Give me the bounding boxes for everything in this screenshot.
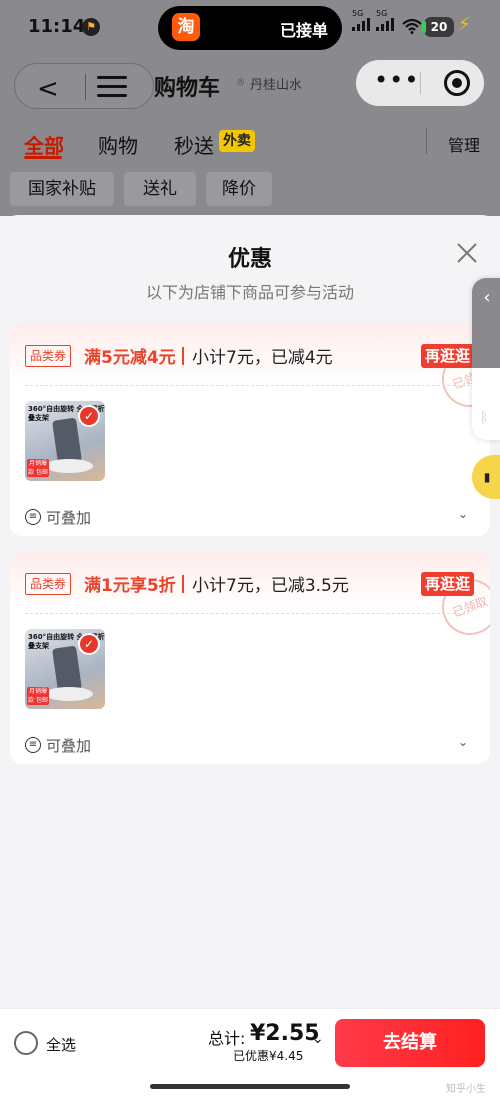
checkout-button[interactable]: 去结算 [335,1019,485,1067]
tab-instant[interactable]: 秒送 [174,130,214,159]
dynamic-island[interactable]: 淘 已接单 [158,6,342,50]
check-icon[interactable]: ✓ [78,633,100,655]
coupon-tag: 品类券 [25,573,72,595]
stack-icon: ≡ [25,509,41,525]
chevron-down-icon[interactable]: ⌄ [312,1031,324,1047]
status-time: 11:14 [28,16,86,37]
total-amount: ¥2.55 [250,1021,320,1046]
saved-amount: 已优惠¥4.45 [233,1049,304,1063]
filter-chip-gift[interactable]: 送礼 [124,172,196,206]
taobao-app-icon: 淘 [172,13,200,41]
select-all-label[interactable]: 全选 [46,1034,76,1055]
chevron-down-icon[interactable]: ⌄ [458,735,468,749]
sheet-subtitle: 以下为店铺下商品可参与活动 [145,283,354,302]
chevron-down-icon[interactable]: ⌄ [458,507,468,521]
coupon-deal: 满5元减4元 [84,348,176,368]
location-pin-icon: ⌾ [237,75,245,89]
charging-bolt-icon: ⚡ [458,14,471,35]
discount-sheet: 优惠 以下为店铺下商品可参与活动 品类券 满5元减4元 小计7元，已减4元 已领… [0,215,500,1100]
island-status-text: 已接单 [279,21,328,40]
stackable-label: 可叠加 [46,737,92,755]
coupon-card: 品类券 满1元享5折 小计7元，已减3.5元 已领取 再逛逛 360°自由旋转 … [10,551,490,764]
check-icon[interactable]: ✓ [78,405,100,427]
wifi-icon [402,18,422,34]
home-indicator[interactable] [150,1084,350,1089]
filter-chip-price-drop[interactable]: 降价 [206,172,272,206]
nav-pill: < [14,63,154,109]
tab-shopping[interactable]: 购物 [98,130,138,159]
location-label[interactable]: 丹桂山水 [250,74,302,93]
status-bar: 11:14 ⚑ 淘 已接单 5G 5G 20 ⚡ [0,0,500,56]
sheet-title: 优惠 [227,247,272,272]
signal-icon-2: 5G [376,9,394,31]
back-icon[interactable]: < [37,74,59,104]
tab-all[interactable]: 全部 [24,130,64,159]
menu-icon[interactable] [97,76,127,98]
chevron-left-icon[interactable]: ‹ [472,278,500,368]
stackable-label: 可叠加 [46,509,92,527]
waimai-badge: 外卖 [219,130,255,152]
more-icon[interactable]: ••• [374,66,419,94]
browse-more-button[interactable]: 再逛逛 [421,572,475,596]
battery-icon: 20 [422,17,454,37]
coupon-tag: 品类券 [25,345,72,367]
coupon-subtotal: 小计7元，已减3.5元 [192,576,349,596]
manage-button[interactable]: 管理 [448,132,480,156]
filter-chip-subsidy[interactable]: 国家补贴 [10,172,114,206]
tab-underline [24,156,62,159]
bluetooth-icon: ᛒ [480,410,489,426]
side-float-panel[interactable]: ‹ ᛒ [472,278,500,440]
total-label: 总计: [208,1029,246,1048]
select-all-radio[interactable] [14,1031,38,1055]
coupon-deal: 满1元享5折 [84,576,176,596]
signal-icon: 5G [352,9,370,31]
notification-app-icon: ⚑ [82,18,100,36]
coupon-card: 品类券 满5元减4元 小计7元，已减4元 已领取 再逛逛 360°自由旋转 全金… [10,323,490,536]
browse-more-button[interactable]: 再逛逛 [421,344,475,368]
close-icon[interactable] [455,241,479,265]
watermark: 知乎小生 [446,1084,486,1095]
coupon-subtotal: 小计7元，已减4元 [192,348,333,368]
stack-icon: ≡ [25,737,41,753]
page-title: 购物车 [154,76,221,101]
target-icon[interactable] [444,70,470,96]
mini-program-capsule: ••• [356,60,484,106]
